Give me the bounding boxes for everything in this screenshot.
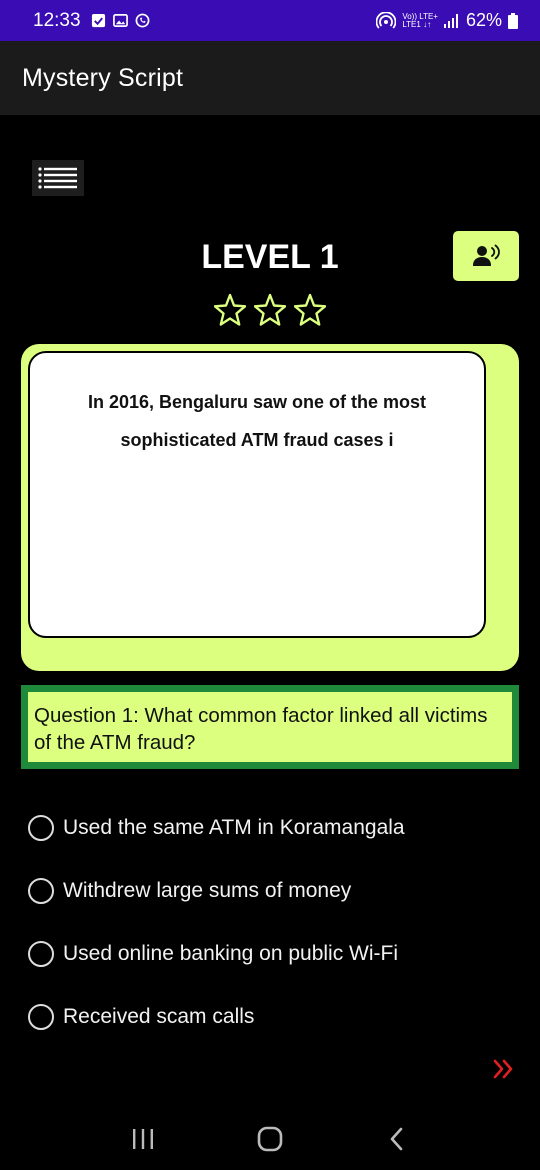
back-icon (390, 1127, 402, 1151)
story-card: In 2016, Bengaluru saw one of the most s… (21, 344, 519, 671)
status-bar: 12:33 Vo)) LTE+ LTE1 ↓↑ 62% (0, 0, 540, 41)
option-label: Used the same ATM in Koramangala (63, 815, 405, 839)
battery-percent: 62% (465, 10, 502, 30)
radio-button[interactable] (28, 940, 54, 967)
question-box: Question 1: What common factor linked al… (21, 685, 519, 769)
status-system-icons: Vo)) LTE+ LTE1 ↓↑ 62% (376, 10, 518, 31)
recents-icon (133, 1129, 154, 1149)
option-label: Withdrew large sums of money (63, 878, 352, 902)
status-notification-icons (91, 13, 150, 28)
answer-options: Used the same ATM in Koramangala Withdre… (28, 796, 518, 1048)
radio-button[interactable] (28, 1003, 54, 1030)
whatsapp-icon (135, 13, 149, 28)
option-2[interactable]: Withdrew large sums of money (28, 859, 518, 922)
star-icon (214, 293, 246, 326)
story-text-panel: In 2016, Bengaluru saw one of the most s… (28, 351, 486, 638)
battery-icon (508, 12, 518, 29)
radio-button[interactable] (28, 877, 54, 904)
network-sub: LTE1 ↓↑ (402, 19, 432, 29)
menu-icon (38, 167, 77, 189)
app-title: Mystery Script (22, 63, 184, 92)
option-label: Received scam calls (63, 1004, 255, 1028)
story-line-1: In 2016, Bengaluru saw one of the most (87, 392, 427, 412)
check-icon (91, 13, 105, 28)
system-nav-bar (0, 1108, 540, 1170)
option-3[interactable]: Used online banking on public Wi-Fi (28, 922, 518, 985)
signal-icon (443, 13, 458, 28)
option-4[interactable]: Received scam calls (28, 985, 518, 1048)
level-stars (0, 293, 540, 327)
radio-button[interactable] (28, 814, 54, 841)
double-chevron-right-icon (493, 1059, 513, 1079)
next-button[interactable] (491, 1056, 517, 1082)
read-aloud-button[interactable] (453, 231, 519, 281)
hotspot-icon (376, 11, 397, 29)
option-label: Used online banking on public Wi-Fi (63, 941, 399, 965)
option-1[interactable]: Used the same ATM in Koramangala (28, 796, 518, 859)
home-icon (257, 1126, 283, 1152)
recents-button[interactable] (123, 1119, 163, 1159)
question-text: Question 1: What common factor linked al… (34, 704, 488, 754)
back-button[interactable] (377, 1119, 417, 1159)
home-button[interactable] (250, 1119, 290, 1159)
star-icon (254, 293, 286, 326)
voice-speaker-icon (473, 244, 500, 266)
app-bar: Mystery Script (0, 41, 540, 115)
status-time: 12:33 (33, 9, 81, 31)
story-line-2: sophisticated ATM fraud cases i (120, 430, 394, 450)
star-icon (294, 293, 326, 326)
image-icon (112, 14, 128, 27)
network-indicator: Vo)) LTE+ LTE1 ↓↑ (402, 12, 438, 29)
menu-button[interactable] (32, 160, 84, 196)
